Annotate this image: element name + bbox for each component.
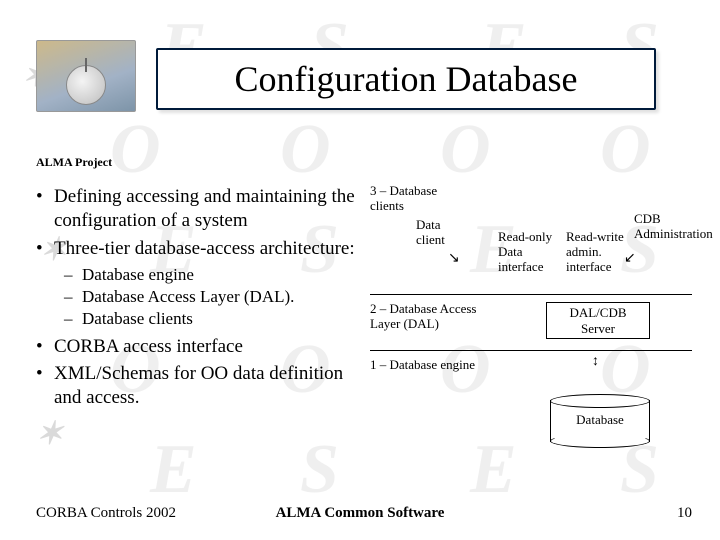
- tier3-label: 3 – Database clients: [370, 184, 460, 214]
- dal-server-box: DAL/CDB Server: [546, 302, 650, 339]
- architecture-diagram: 3 – Database clients Data client ↘ Read-…: [370, 184, 700, 484]
- cdbadmin-label: CDB Administration: [634, 212, 708, 242]
- bullet-content: Defining accessing and maintaining the c…: [36, 185, 366, 414]
- arrow-updown-icon: ↕: [592, 354, 599, 370]
- bullet-2: Three-tier database-access architecture:…: [36, 237, 366, 331]
- arrow-down2-icon: ↙: [624, 250, 636, 267]
- footer-center: ALMA Common Software: [0, 505, 720, 522]
- readonly-label: Read-only Data interface: [498, 230, 554, 275]
- divider-2: [370, 350, 692, 351]
- bullet-3: CORBA access interface: [36, 335, 366, 359]
- slide-title: Configuration Database: [235, 58, 578, 100]
- database-cylinder: Database: [550, 394, 650, 448]
- bullet-4: XML/Schemas for OO data definition and a…: [36, 362, 366, 410]
- database-label: Database: [550, 412, 650, 428]
- subbullet-3: Database clients: [64, 308, 366, 330]
- project-label: ALMA Project: [36, 155, 112, 170]
- alma-logo: [36, 40, 136, 112]
- data-client-label: Data client: [416, 218, 462, 248]
- title-box: Configuration Database: [156, 48, 656, 110]
- divider-1: [370, 294, 692, 295]
- bullet-1: Defining accessing and maintaining the c…: [36, 185, 366, 233]
- tier2-label: 2 – Database Access Layer (DAL): [370, 302, 506, 332]
- tier1-label: 1 – Database engine: [370, 358, 475, 373]
- bullet-2-text: Three-tier database-access architecture:: [54, 238, 355, 259]
- arrow-down-icon: ↘: [448, 250, 460, 267]
- page-number: 10: [677, 505, 692, 522]
- subbullet-1: Database engine: [64, 264, 366, 286]
- subbullet-2: Database Access Layer (DAL).: [64, 286, 366, 308]
